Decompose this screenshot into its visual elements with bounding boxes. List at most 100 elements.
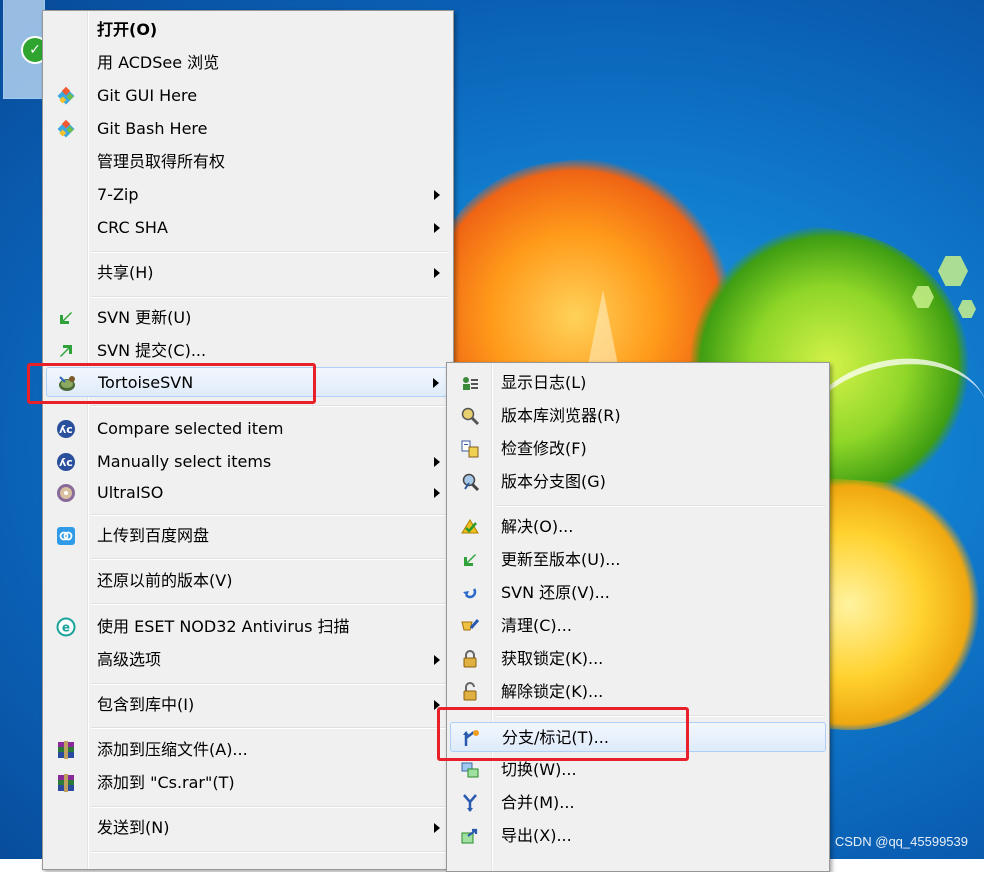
- menu-item-label: 共享(H): [97, 263, 154, 282]
- menu-separator: [91, 727, 449, 729]
- repo-browser-icon: [460, 406, 480, 426]
- lock-icon: [460, 649, 480, 669]
- update-to-revision-icon: [460, 550, 480, 570]
- beyond-compare-icon: ʎc: [56, 419, 76, 439]
- menu-item-label: CRC SHA: [97, 218, 168, 237]
- menu-item-label: 解决(O)...: [501, 517, 574, 536]
- export-icon: [460, 826, 480, 846]
- submenu-arrow-icon: [434, 655, 440, 665]
- menu-item-label: Git GUI Here: [97, 86, 198, 105]
- svg-text:ʎc: ʎc: [59, 423, 73, 436]
- switch-icon: [460, 760, 480, 780]
- menu-separator: [495, 505, 825, 507]
- menu-item-include-library[interactable]: 包含到库中(I): [46, 690, 450, 720]
- winrar-icon: [56, 773, 76, 793]
- menu-item-label: 获取锁定(K)...: [501, 649, 604, 668]
- menu-item-svn-commit[interactable]: SVN 提交(C)...: [46, 336, 450, 366]
- desktop-folder-icon[interactable]: ✓: [3, 0, 49, 99]
- menu-item-take-ownership[interactable]: 管理员取得所有权: [46, 147, 450, 177]
- menu-item-label: 版本分支图(G): [501, 472, 606, 491]
- submenu-arrow-icon: [433, 378, 439, 388]
- menu-item-label: 包含到库中(I): [97, 695, 195, 714]
- menu-item-label: 导出(X)...: [501, 826, 572, 845]
- submenu-arrow-icon: [434, 488, 440, 498]
- menu-item-7zip[interactable]: 7-Zip: [46, 180, 450, 210]
- menu-item-open[interactable]: 打开(O): [46, 15, 450, 45]
- submenu-arrow-icon: [434, 457, 440, 467]
- menu-item-label: SVN 还原(V)...: [501, 583, 610, 602]
- submenu-item-repo-browser[interactable]: 版本库浏览器(R): [450, 401, 826, 431]
- submenu-item-merge[interactable]: 合并(M)...: [450, 788, 826, 818]
- submenu-item-update-to-revision[interactable]: 更新至版本(U)...: [450, 545, 826, 575]
- menu-item-label: 上传到百度网盘: [97, 526, 210, 545]
- menu-item-restore-previous[interactable]: 还原以前的版本(V): [46, 566, 450, 596]
- submenu-item-branch-tag[interactable]: 分支/标记(T)...: [450, 722, 826, 752]
- menu-item-eset-scan[interactable]: e 使用 ESET NOD32 Antivirus 扫描: [46, 612, 450, 642]
- svn-update-icon: [56, 308, 76, 328]
- menu-item-add-archive[interactable]: 添加到压缩文件(A)...: [46, 735, 450, 765]
- ultraiso-icon: [56, 483, 76, 503]
- submenu-item-svn-revert[interactable]: SVN 还原(V)...: [450, 578, 826, 608]
- submenu-arrow-icon: [434, 823, 440, 833]
- menu-item-label: 高级选项: [97, 650, 162, 669]
- menu-separator: [91, 683, 449, 685]
- submenu-item-show-log[interactable]: 显示日志(L): [450, 368, 826, 398]
- menu-item-label: 显示日志(L): [501, 373, 587, 392]
- menu-item-label: SVN 更新(U): [97, 308, 192, 327]
- submenu-item-cleanup[interactable]: 清理(C)...: [450, 611, 826, 641]
- context-menu: 打开(O) 用 ACDSee 浏览 Git GUI Here Git Bash …: [42, 10, 454, 870]
- menu-item-send-to[interactable]: 发送到(N): [46, 813, 450, 843]
- submenu-arrow-icon: [434, 190, 440, 200]
- revision-graph-icon: [460, 472, 480, 492]
- menu-item-label: TortoiseSVN: [98, 373, 194, 392]
- menu-item-add-cs-rar[interactable]: 添加到 "Cs.rar"(T): [46, 768, 450, 798]
- menu-item-acdsee[interactable]: 用 ACDSee 浏览: [46, 48, 450, 78]
- menu-item-label: 添加到 "Cs.rar"(T): [97, 773, 235, 792]
- submenu-item-revision-graph[interactable]: 版本分支图(G): [450, 467, 826, 497]
- menu-item-label: 更新至版本(U)...: [501, 550, 621, 569]
- menu-item-baidu-upload[interactable]: 上传到百度网盘: [46, 521, 450, 551]
- submenu-item-switch[interactable]: 切换(W)...: [450, 755, 826, 785]
- menu-item-label: 发送到(N): [97, 818, 170, 837]
- wallpaper-hexagon: [958, 300, 976, 318]
- menu-item-ultraiso[interactable]: UltraISO: [46, 478, 450, 508]
- menu-item-label: 分支/标记(T)...: [502, 728, 609, 747]
- menu-separator: [91, 514, 449, 516]
- show-log-icon: [460, 373, 480, 393]
- menu-separator: [91, 251, 449, 253]
- menu-item-share[interactable]: 共享(H): [46, 258, 450, 288]
- submenu-item-check-modifications[interactable]: 检查修改(F): [450, 434, 826, 464]
- submenu-item-get-lock[interactable]: 获取锁定(K)...: [450, 644, 826, 674]
- baidu-netdisk-icon: [56, 526, 76, 546]
- git-icon: [56, 86, 76, 106]
- menu-separator: [91, 806, 449, 808]
- menu-item-compare-selected[interactable]: ʎc Compare selected item: [46, 414, 450, 444]
- menu-separator: [91, 851, 449, 853]
- resolve-icon: [460, 517, 480, 537]
- menu-item-git-gui[interactable]: Git GUI Here: [46, 81, 450, 111]
- winrar-icon: [56, 740, 76, 760]
- menu-item-crc-sha[interactable]: CRC SHA: [46, 213, 450, 243]
- submenu-arrow-icon: [434, 223, 440, 233]
- watermark: CSDN @qq_45599539: [834, 834, 968, 849]
- menu-item-label: Compare selected item: [97, 419, 284, 438]
- menu-item-label: 添加到压缩文件(A)...: [97, 740, 248, 759]
- menu-item-svn-update[interactable]: SVN 更新(U): [46, 303, 450, 333]
- submenu-item-resolve[interactable]: 解决(O)...: [450, 512, 826, 542]
- menu-item-tortoisesvn[interactable]: TortoiseSVN: [46, 367, 450, 397]
- menu-item-label: 打开(O): [97, 20, 158, 39]
- wallpaper-hexagon: [938, 256, 968, 286]
- submenu-item-release-lock[interactable]: 解除锁定(K)...: [450, 677, 826, 707]
- menu-item-label: 解除锁定(K)...: [501, 682, 604, 701]
- menu-separator: [91, 558, 449, 560]
- svg-text:ʎc: ʎc: [59, 456, 73, 469]
- submenu-arrow-icon: [434, 700, 440, 710]
- tortoisesvn-submenu: 显示日志(L) 版本库浏览器(R) 检查修改(F) 版本分支图(G) 解决(O)…: [446, 362, 830, 872]
- menu-item-label: 切换(W)...: [501, 760, 577, 779]
- submenu-item-export[interactable]: 导出(X)...: [450, 821, 826, 851]
- menu-separator: [91, 296, 449, 298]
- merge-icon: [460, 793, 480, 813]
- menu-item-git-bash[interactable]: Git Bash Here: [46, 114, 450, 144]
- menu-item-manually-select[interactable]: ʎc Manually select items: [46, 447, 450, 477]
- menu-item-advanced-options[interactable]: 高级选项: [46, 645, 450, 675]
